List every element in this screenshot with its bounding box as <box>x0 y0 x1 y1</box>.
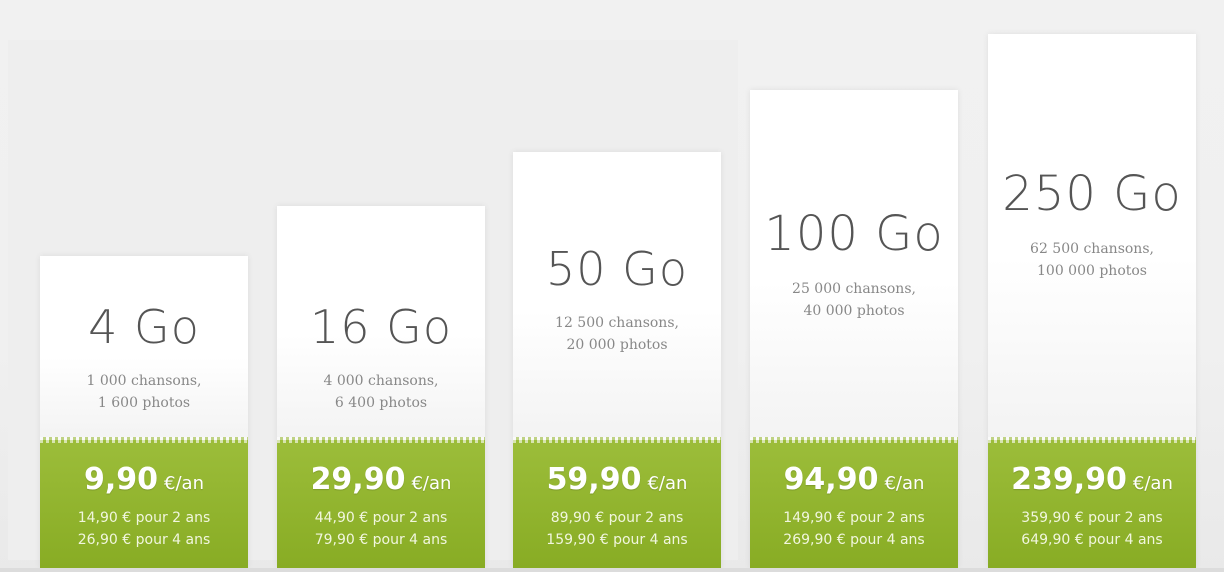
plan-extra-prices: 359,90 € pour 2 ans 649,90 € pour 4 ans <box>1021 507 1162 551</box>
plan-capacity-panel: 16 Go 4 000 chansons, 6 400 photos <box>277 206 485 440</box>
plan-price-unit: €/an <box>164 473 204 494</box>
plan-price-line: 29,90 €/an <box>311 462 452 497</box>
plan-price-4-years: 159,90 € pour 4 ans <box>546 532 688 548</box>
plan-price-panel: 239,90 €/an 359,90 € pour 2 ans 649,90 € … <box>988 437 1196 568</box>
plan-price-4-years: 26,90 € pour 4 ans <box>77 532 211 548</box>
plan-description-songs: 62 500 chansons, <box>1030 241 1154 257</box>
plan-description: 25 000 chansons, 40 000 photos <box>764 278 944 322</box>
plan-price-panel: 94,90 €/an 149,90 € pour 2 ans 269,90 € p… <box>750 437 958 568</box>
plan-capacity: 100 Go <box>764 206 944 262</box>
plan-card-50go[interactable]: 50 Go 12 500 chansons, 20 000 photos 59,… <box>513 152 721 568</box>
plan-price-line: 59,90 €/an <box>547 462 688 497</box>
plan-price-4-years: 269,90 € pour 4 ans <box>783 532 925 548</box>
plan-price-4-years: 79,90 € pour 4 ans <box>314 532 448 548</box>
plan-price-line: 239,90 €/an <box>1011 462 1173 497</box>
plan-price: 59,90 <box>546 462 642 497</box>
plan-description-photos: 6 400 photos <box>334 395 428 411</box>
plan-price-panel: 59,90 €/an 89,90 € pour 2 ans 159,90 € po… <box>513 437 721 568</box>
plan-capacity-panel: 4 Go 1 000 chansons, 1 600 photos <box>40 256 248 440</box>
plan-card-4go[interactable]: 4 Go 1 000 chansons, 1 600 photos 9,90 €/… <box>40 256 248 568</box>
plan-description-songs: 1 000 chansons, <box>86 373 202 389</box>
plan-price-2-years: 89,90 € pour 2 ans <box>550 510 684 526</box>
plan-price-line: 9,90 €/an <box>84 462 204 497</box>
plan-description-photos: 100 000 photos <box>1037 263 1147 279</box>
plan-price-unit: €/an <box>1132 473 1173 494</box>
bottom-strip <box>0 568 1224 572</box>
plan-extra-prices: 44,90 € pour 2 ans 79,90 € pour 4 ans <box>315 507 448 551</box>
plan-price-panel: 29,90 €/an 44,90 € pour 2 ans 79,90 € pou… <box>277 437 485 568</box>
plan-card-16go[interactable]: 16 Go 4 000 chansons, 6 400 photos 29,90… <box>277 206 485 568</box>
plan-description-photos: 40 000 photos <box>803 303 905 319</box>
plan-description-songs: 4 000 chansons, <box>323 373 439 389</box>
plan-card-250go[interactable]: 250 Go 62 500 chansons, 100 000 photos 2… <box>988 34 1196 568</box>
plan-description: 4 000 chansons, 6 400 photos <box>291 370 471 414</box>
plan-capacity: 4 Go <box>88 300 200 354</box>
plan-price-unit: €/an <box>647 473 688 494</box>
plan-price: 239,90 <box>1011 462 1127 497</box>
plan-description-songs: 25 000 chansons, <box>792 281 916 297</box>
plan-capacity-panel: 50 Go 12 500 chansons, 20 000 photos <box>513 152 721 440</box>
plan-description: 12 500 chansons, 20 000 photos <box>527 312 707 356</box>
plan-extra-prices: 149,90 € pour 2 ans 269,90 € pour 4 ans <box>783 507 924 551</box>
plan-card-100go[interactable]: 100 Go 25 000 chansons, 40 000 photos 94… <box>750 90 958 568</box>
plan-price-line: 94,90 €/an <box>784 462 925 497</box>
plan-description-photos: 1 600 photos <box>97 395 191 411</box>
plan-capacity-panel: 100 Go 25 000 chansons, 40 000 photos <box>750 90 958 440</box>
plan-price-unit: €/an <box>884 473 925 494</box>
plan-extra-prices: 14,90 € pour 2 ans 26,90 € pour 4 ans <box>78 507 211 551</box>
plan-price-2-years: 14,90 € pour 2 ans <box>77 510 211 526</box>
plan-description-songs: 12 500 chansons, <box>555 315 679 331</box>
plan-capacity: 50 Go <box>546 242 688 296</box>
plan-price-panel: 9,90 €/an 14,90 € pour 2 ans 26,90 € pour… <box>40 437 248 568</box>
plan-price-4-years: 649,90 € pour 4 ans <box>1021 532 1163 548</box>
plan-description: 1 000 chansons, 1 600 photos <box>54 370 234 414</box>
plan-price: 9,90 <box>84 462 159 497</box>
plan-capacity-panel: 250 Go 62 500 chansons, 100 000 photos <box>988 34 1196 440</box>
plan-description-photos: 20 000 photos <box>566 337 668 353</box>
plan-capacity: 16 Go <box>310 300 452 354</box>
plan-price-2-years: 44,90 € pour 2 ans <box>314 510 448 526</box>
plan-price-2-years: 149,90 € pour 2 ans <box>783 510 925 526</box>
plan-price-unit: €/an <box>411 473 452 494</box>
plan-price-2-years: 359,90 € pour 2 ans <box>1021 510 1163 526</box>
plan-price: 94,90 <box>783 462 879 497</box>
plan-description: 62 500 chansons, 100 000 photos <box>1002 238 1182 282</box>
plan-capacity: 250 Go <box>1002 166 1182 222</box>
plan-extra-prices: 89,90 € pour 2 ans 159,90 € pour 4 ans <box>546 507 687 551</box>
plan-price: 29,90 <box>310 462 406 497</box>
